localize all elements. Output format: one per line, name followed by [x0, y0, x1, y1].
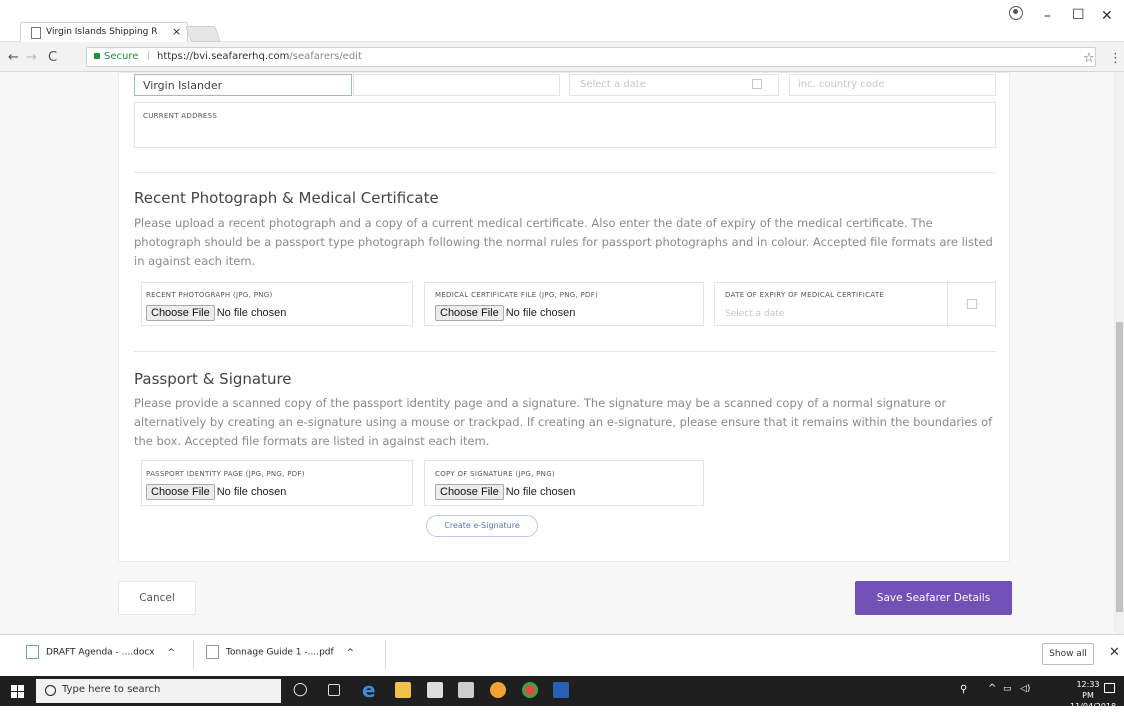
url-separator: | [147, 50, 151, 61]
photo-section-heading: Recent Photograph & Medical Certificate [134, 189, 439, 207]
file-explorer-icon[interactable] [395, 682, 411, 698]
section-divider [134, 172, 996, 173]
lock-icon [94, 53, 100, 59]
chevron-up-icon[interactable]: ^ [167, 648, 175, 658]
passport-section-heading: Passport & Signature [134, 370, 292, 388]
passport-upload-field: PASSPORT IDENTITY PAGE (JPG, PNG, PDF) C… [141, 460, 413, 506]
expiry-date-field[interactable]: DATE OF EXPIRY OF MEDICAL CERTIFICATE Se… [714, 282, 996, 326]
phone-placeholder: inc. country code [798, 79, 885, 90]
photo-upload-field: RECENT PHOTOGRAPH (JPG, PNG) Choose File… [141, 282, 413, 326]
volume-icon[interactable]: ◁) [1020, 684, 1030, 694]
create-esignature-button[interactable]: Create e-Signature [426, 515, 538, 537]
taskbar-search-input[interactable]: Type here to search [36, 679, 281, 703]
download-filename: Tonnage Guide 1 -....pdf [226, 647, 334, 658]
photo-choose-file-button[interactable]: Choose File [146, 305, 215, 321]
forward-icon[interactable]: → [26, 50, 37, 65]
search-placeholder: Type here to search [62, 684, 161, 695]
chevron-up-icon[interactable]: ^ [988, 683, 996, 694]
tab-title: Virgin Islands Shipping R [46, 27, 158, 37]
chrome-icon[interactable] [522, 682, 538, 698]
passport-label: PASSPORT IDENTITY PAGE (JPG, PNG, PDF) [146, 470, 305, 478]
show-all-downloads-button[interactable]: Show all [1042, 643, 1094, 665]
passport-choose-file-button[interactable]: Choose File [146, 484, 215, 500]
field-separator [947, 283, 948, 325]
photo-no-file: No file chosen [216, 307, 287, 319]
minimize-icon[interactable]: – [1044, 8, 1051, 24]
cancel-button[interactable]: Cancel [118, 581, 196, 615]
reload-icon[interactable]: C [48, 50, 57, 65]
taskbar-clock[interactable]: 12:33 PM 11/04/2018 [1070, 679, 1117, 712]
medical-no-file: No file chosen [505, 307, 576, 319]
task-view-icon[interactable] [328, 684, 340, 696]
bookmark-star-icon[interactable]: ☆ [1083, 51, 1095, 66]
mail-icon[interactable] [458, 682, 474, 698]
calendar-icon[interactable] [752, 79, 762, 89]
medical-label: MEDICAL CERTIFICATE FILE (JPG, PNG, PDF) [435, 291, 599, 299]
back-icon[interactable]: ← [8, 50, 19, 65]
download-separator [193, 640, 194, 670]
window-close-icon[interactable]: ✕ [1101, 8, 1113, 24]
pdf-file-icon [206, 645, 219, 659]
people-icon[interactable]: ⚲ [960, 684, 967, 695]
maximize-icon[interactable]: ☐ [1072, 7, 1085, 23]
account-icon[interactable] [1009, 6, 1023, 20]
current-address-label: CURRENT ADDRESS [143, 112, 218, 120]
medical-choose-file-button[interactable]: Choose File [435, 305, 504, 321]
browser-tab[interactable]: Virgin Islands Shipping R × [20, 22, 188, 42]
url-path: /seafarers/edit [289, 51, 362, 62]
network-icon[interactable]: ▭ [1003, 684, 1012, 694]
signature-choose-file-button[interactable]: Choose File [435, 484, 504, 500]
signature-upload-field: COPY OF SIGNATURE (JPG, PNG) Choose File… [424, 460, 704, 506]
app-icon[interactable] [490, 682, 506, 698]
word-icon[interactable] [553, 682, 569, 698]
expiry-label: DATE OF EXPIRY OF MEDICAL CERTIFICATE [725, 291, 885, 299]
passport-section-description: Please provide a scanned copy of the pas… [134, 396, 993, 448]
phone-input[interactable]: inc. country code [789, 74, 996, 96]
date-input[interactable]: Select a date [569, 74, 779, 96]
clock-time: 12:33 PM [1076, 680, 1100, 700]
menu-kebab-icon[interactable]: ⋮ [1109, 51, 1122, 66]
download-separator [385, 640, 386, 670]
current-address-field[interactable]: CURRENT ADDRESS [134, 102, 996, 148]
save-seafarer-button[interactable]: Save Seafarer Details [855, 581, 1012, 615]
download-filename: DRAFT Agenda - ....docx [46, 647, 155, 658]
passport-no-file: No file chosen [216, 486, 287, 498]
edge-icon[interactable]: e [362, 678, 376, 702]
medical-upload-field: MEDICAL CERTIFICATE FILE (JPG, PNG, PDF)… [424, 282, 704, 326]
nationality-input[interactable]: Virgin Islander [134, 74, 352, 96]
new-tab-button[interactable] [185, 26, 221, 42]
word-doc-icon [26, 645, 39, 659]
close-download-bar-icon[interactable]: ✕ [1109, 645, 1120, 660]
secure-label: Secure [104, 51, 139, 62]
blank-input[interactable] [353, 74, 560, 96]
download-item[interactable]: DRAFT Agenda - ....docx ^ [26, 645, 175, 665]
cortana-icon [45, 685, 56, 696]
expiry-placeholder: Select a date [725, 309, 785, 319]
close-tab-icon[interactable]: × [172, 25, 181, 38]
signature-label: COPY OF SIGNATURE (JPG, PNG) [435, 470, 555, 478]
date-placeholder: Select a date [580, 79, 646, 90]
address-bar[interactable]: Secure | https://bvi.seafarerhq.com/seaf… [86, 47, 1096, 67]
page-icon [31, 27, 41, 39]
calendar-icon[interactable] [967, 299, 977, 309]
clock-date: 11/04/2018 [1070, 702, 1117, 711]
photo-section-description: Please upload a recent photograph and a … [134, 216, 993, 268]
windows-start-icon[interactable] [11, 685, 24, 698]
chevron-up-icon[interactable]: ^ [347, 648, 355, 658]
microphone-icon[interactable]: ◯ [293, 682, 308, 697]
photo-label: RECENT PHOTOGRAPH (JPG, PNG) [146, 291, 273, 299]
nationality-value: Virgin Islander [143, 79, 223, 92]
store-icon[interactable] [427, 682, 443, 698]
notifications-icon[interactable] [1104, 683, 1115, 693]
url-domain: https://bvi.seafarerhq.com [157, 51, 290, 62]
signature-no-file: No file chosen [505, 486, 576, 498]
section-divider [134, 351, 996, 352]
scrollbar-thumb[interactable] [1116, 322, 1123, 612]
download-item[interactable]: Tonnage Guide 1 -....pdf ^ [206, 645, 354, 665]
